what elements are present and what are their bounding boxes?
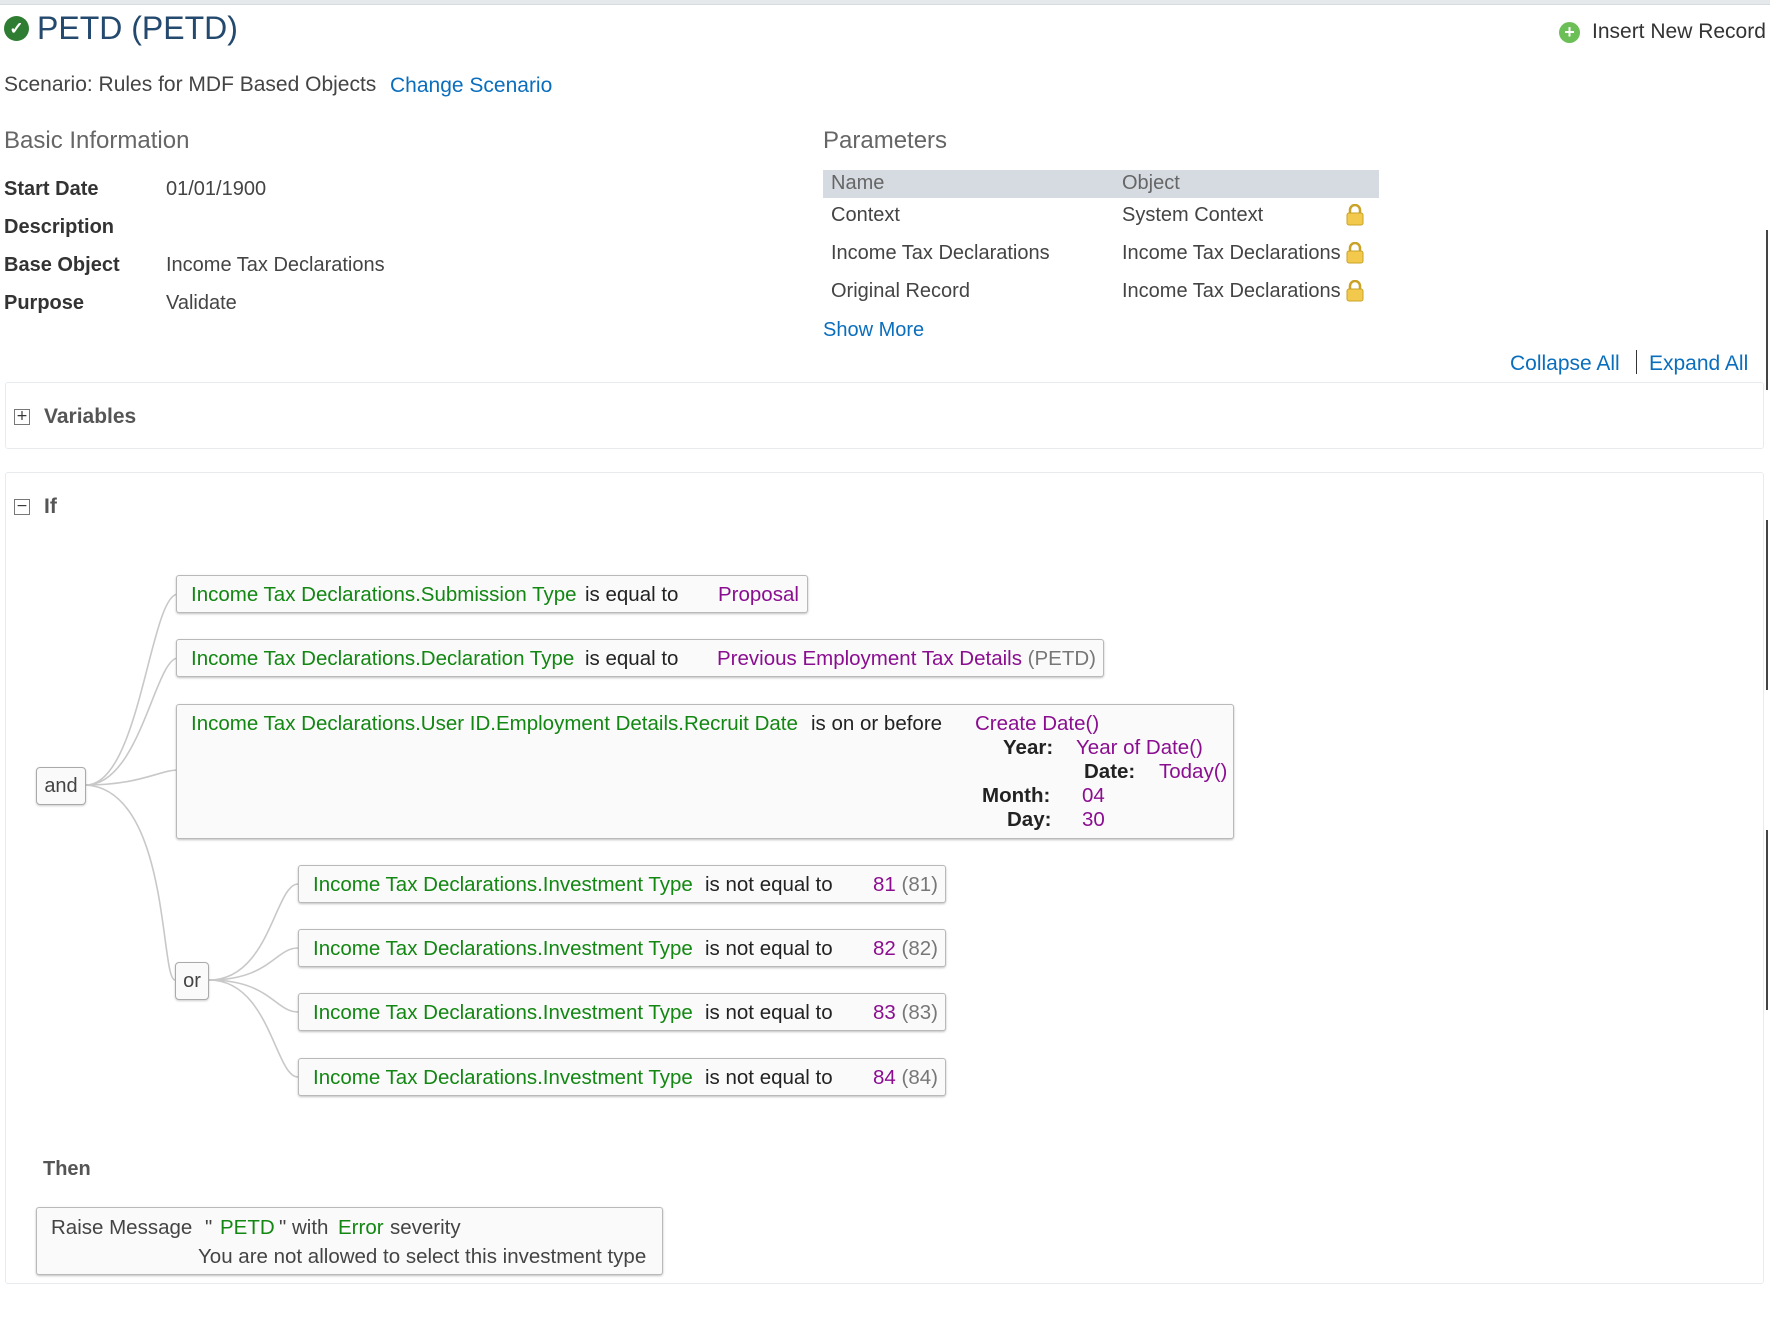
severity-suffix: severity	[390, 1216, 461, 1239]
tree-line	[85, 784, 176, 981]
condition-recruit-date[interactable]: Income Tax Declarations.User ID.Employme…	[176, 704, 1234, 839]
year-value: Year of Date()	[1076, 736, 1203, 759]
message-text: You are not allowed to select this inves…	[198, 1245, 647, 1268]
message-quote-close: " with	[279, 1216, 329, 1239]
condition-operator: is not equal to	[705, 1066, 833, 1089]
tree-line	[85, 593, 179, 786]
or-connector[interactable]: or	[175, 962, 209, 1000]
condition-field: Income Tax Declarations.Declaration Type	[191, 647, 575, 670]
year-label: Year:	[1003, 736, 1054, 759]
condition-value: Previous Employment Tax Details (PETD)	[717, 647, 1096, 670]
day-label: Day:	[1007, 808, 1052, 831]
raise-message-action[interactable]: Raise Message " PETD " with Error severi…	[36, 1207, 663, 1275]
condition-operator: is not equal to	[705, 1001, 833, 1024]
condition-field: Income Tax Declarations.Submission Type	[191, 583, 577, 606]
date-label: Date:	[1084, 760, 1136, 783]
scrollbar[interactable]	[1766, 520, 1768, 690]
message-quote-open: "	[205, 1216, 213, 1239]
condition-declaration-type[interactable]: Income Tax Declarations.Declaration Type…	[176, 639, 1104, 677]
condition-value: 81 (81)	[873, 873, 938, 896]
tree-line	[208, 883, 299, 981]
condition-value: Proposal	[718, 583, 799, 606]
day-value: 30	[1082, 808, 1105, 831]
condition-investment-type-84[interactable]: Income Tax Declarations.Investment Type …	[298, 1058, 946, 1096]
tree-line	[208, 979, 299, 1078]
tree-line	[208, 979, 299, 1013]
message-code: PETD	[220, 1216, 275, 1239]
month-value: 04	[1082, 784, 1105, 807]
condition-field: Income Tax Declarations.Investment Type	[313, 937, 693, 960]
condition-operator: is not equal to	[705, 873, 833, 896]
condition-operator: is on or before	[811, 712, 943, 735]
date-value: Today()	[1159, 760, 1228, 783]
condition-operator: is equal to	[585, 647, 679, 670]
month-label: Month:	[982, 784, 1051, 807]
condition-investment-type-83[interactable]: Income Tax Declarations.Investment Type …	[298, 993, 946, 1031]
action-label: Raise Message	[51, 1216, 193, 1239]
create-date-function: Create Date()	[975, 712, 1100, 735]
then-title: Then	[43, 1158, 91, 1180]
condition-operator: is not equal to	[705, 937, 833, 960]
condition-field: Income Tax Declarations.User ID.Employme…	[191, 712, 798, 735]
severity-value: Error	[338, 1216, 384, 1239]
condition-field: Income Tax Declarations.Investment Type	[313, 1066, 693, 1089]
scrollbar[interactable]	[1766, 230, 1768, 390]
condition-field: Income Tax Declarations.Investment Type	[313, 873, 693, 896]
condition-investment-type-82[interactable]: Income Tax Declarations.Investment Type …	[298, 929, 946, 967]
scrollbar[interactable]	[1766, 830, 1768, 1010]
condition-operator: is equal to	[585, 583, 679, 606]
condition-value: 82 (82)	[873, 937, 938, 960]
condition-value: 84 (84)	[873, 1066, 938, 1089]
condition-investment-type-81[interactable]: Income Tax Declarations.Investment Type …	[298, 865, 946, 903]
and-connector[interactable]: and	[36, 767, 86, 805]
condition-value: 83 (83)	[873, 1001, 938, 1024]
condition-field: Income Tax Declarations.Investment Type	[313, 1001, 693, 1024]
condition-submission-type[interactable]: Income Tax Declarations.Submission Type …	[176, 575, 808, 613]
tree-line	[208, 947, 299, 981]
condition-value-code: (PETD)	[1027, 647, 1096, 670]
